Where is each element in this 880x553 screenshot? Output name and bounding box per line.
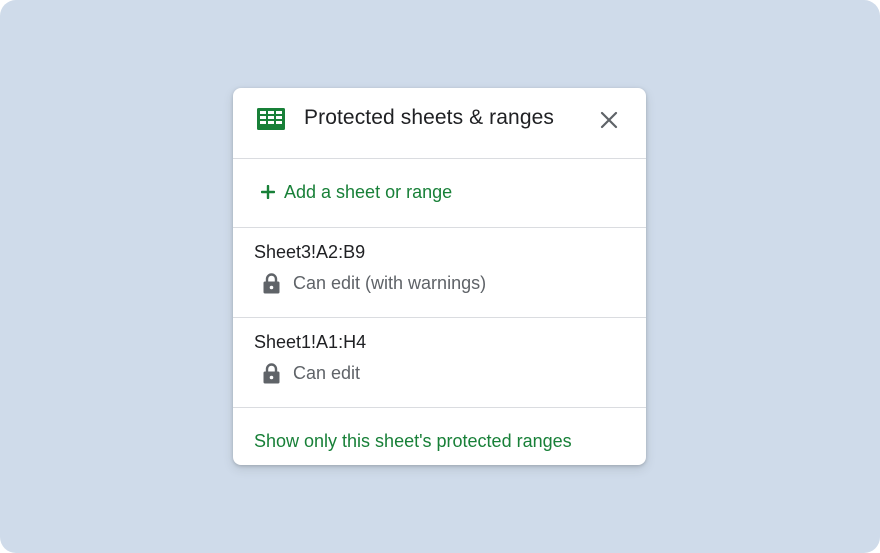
- desktop-background: Protected sheets & ranges Add a sheet or…: [0, 0, 880, 553]
- close-icon[interactable]: [597, 108, 621, 132]
- panel-header: Protected sheets & ranges: [233, 88, 646, 159]
- lock-icon: [263, 273, 280, 294]
- add-sheet-or-range-button[interactable]: Add a sheet or range: [233, 159, 646, 228]
- protected-range-item[interactable]: Sheet3!A2:B9 Can edit (with warnings): [233, 228, 646, 318]
- add-sheet-or-range-label: Add a sheet or range: [284, 182, 453, 202]
- range-name: Sheet3!A2:B9: [254, 242, 366, 262]
- range-name: Sheet1!A1:H4: [254, 332, 367, 352]
- protected-range-item[interactable]: Sheet1!A1:H4 Can edit: [233, 318, 646, 408]
- plus-icon: [261, 185, 275, 199]
- google-sheets-icon: [257, 108, 285, 130]
- panel-title: Protected sheets & ranges: [304, 106, 554, 129]
- range-permission: Can edit: [293, 363, 361, 383]
- protected-ranges-panel: Protected sheets & ranges Add a sheet or…: [233, 88, 646, 465]
- show-this-sheet-ranges-link[interactable]: Show only this sheet's protected ranges: [254, 431, 572, 452]
- lock-icon: [263, 363, 280, 384]
- range-permission: Can edit (with warnings): [293, 273, 487, 293]
